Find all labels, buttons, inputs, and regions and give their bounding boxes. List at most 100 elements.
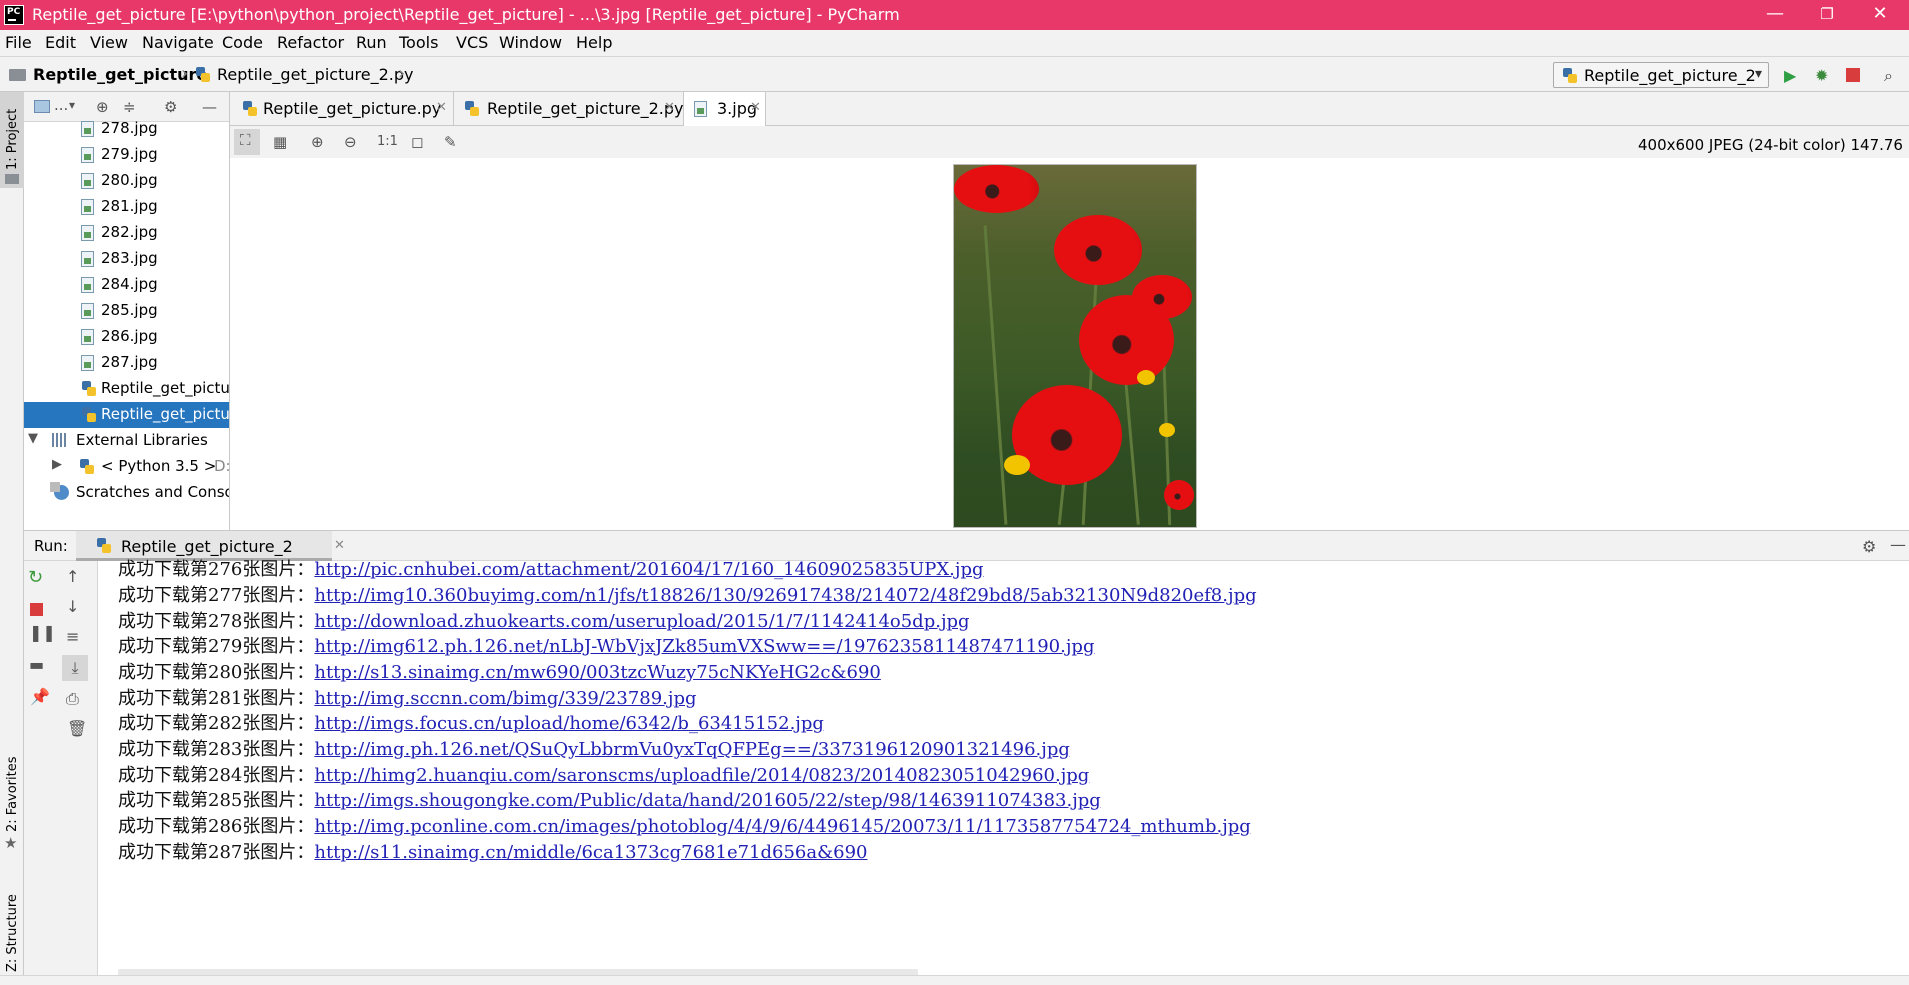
soft-wrap-icon[interactable]: ≡ xyxy=(66,627,79,646)
chevron-down-icon[interactable]: ▼ xyxy=(28,431,38,446)
layout-icon[interactable]: ▬ xyxy=(29,655,44,674)
menu-code[interactable]: Code xyxy=(222,33,263,52)
color-picker-icon[interactable]: ✎ xyxy=(444,133,457,151)
close-tab-icon[interactable]: ✕ xyxy=(436,100,447,115)
console-link[interactable]: http://img10.360buyimg.com/n1/jfs/t18826… xyxy=(314,585,1256,606)
zoom-out-icon[interactable]: ⊖ xyxy=(344,133,357,151)
hide-panel-icon[interactable]: — xyxy=(202,98,217,116)
trash-icon[interactable]: 🗑 xyxy=(67,719,87,738)
menu-run[interactable]: Run xyxy=(356,33,387,52)
tab-3-jpg[interactable]: 3.jpg ✕ xyxy=(684,92,766,126)
hide-panel-icon[interactable]: — xyxy=(1890,535,1906,554)
tree-item-external-libraries[interactable]: ▼ External Libraries xyxy=(24,428,229,454)
console-link[interactable]: http://img612.ph.126.net/nLbJ-WbVjxJZk85… xyxy=(314,636,1094,657)
image-file-icon xyxy=(81,147,94,163)
tree-item-file[interactable]: 284.jpg xyxy=(24,272,229,298)
console-line: 成功下载第285张图片：http://imgs.shougongke.com/P… xyxy=(118,790,1101,811)
zoom-to-fit-button[interactable]: ⛶ xyxy=(234,129,260,155)
gear-icon[interactable]: ⚙ xyxy=(164,98,177,116)
grid-icon[interactable]: ▦ xyxy=(273,133,287,151)
close-tab-icon[interactable]: ✕ xyxy=(664,100,675,115)
background-icon[interactable]: ◻ xyxy=(411,133,423,151)
tree-item-file[interactable]: 287.jpg xyxy=(24,350,229,376)
menu-file[interactable]: File xyxy=(5,33,32,52)
stop-icon[interactable] xyxy=(1846,68,1860,82)
console-link[interactable]: http://s13.sinaimg.cn/mw690/003tzcWuzy75… xyxy=(314,662,881,683)
image-file-icon xyxy=(81,303,94,319)
menu-navigate[interactable]: Navigate xyxy=(142,33,214,52)
menu-window[interactable]: Window xyxy=(499,33,562,52)
tree-item-python-file[interactable]: Reptile_get_pictu xyxy=(24,376,229,402)
console-link[interactable]: http://img.sccnn.com/bimg/339/23789.jpg xyxy=(314,688,696,709)
console-link[interactable]: http://s11.sinaimg.cn/middle/6ca1373cg76… xyxy=(314,842,867,863)
project-panel: ... ▾ ⊕ ≑ ⚙ — 278.jpg 279.jpg 280.jpg 28… xyxy=(24,92,230,530)
tree-item-python-sdk[interactable]: ▶ < Python 3.5 > D: xyxy=(24,454,229,480)
debug-icon[interactable]: ✹ xyxy=(1815,66,1828,85)
console-link[interactable]: http://img.ph.126.net/QSuQyLbbrmVu0yxTqQ… xyxy=(314,739,1070,760)
tab-reptile-get-picture-py[interactable]: Reptile_get_picture.py ✕ xyxy=(232,92,454,126)
tree-item-scratches[interactable]: Scratches and Consol xyxy=(24,480,229,506)
run-icon[interactable]: ▶ xyxy=(1784,66,1796,85)
breadcrumb-separator-icon: › xyxy=(398,63,406,84)
tool-window-project[interactable]: 1: Project xyxy=(0,92,24,188)
run-configuration-select[interactable]: Reptile_get_picture_2 ▾ xyxy=(1553,62,1769,88)
locate-file-icon[interactable]: ⊕ xyxy=(96,98,109,116)
menu-refactor[interactable]: Refactor xyxy=(277,33,344,52)
console-link[interactable]: http://img.pconline.com.cn/images/photob… xyxy=(314,816,1250,837)
actual-size-button[interactable]: 1:1 xyxy=(377,134,398,149)
menu-view[interactable]: View xyxy=(90,33,128,52)
menu-help[interactable]: Help xyxy=(576,33,612,52)
tree-item-file[interactable]: 278.jpg xyxy=(24,116,229,142)
arrow-up-icon[interactable]: ↑ xyxy=(66,567,79,586)
breadcrumb-file[interactable]: Reptile_get_picture_2.py xyxy=(217,65,413,84)
editor-area: Reptile_get_picture.py ✕ Reptile_get_pic… xyxy=(230,92,1909,530)
menu-tools[interactable]: Tools xyxy=(399,33,438,52)
chevron-right-icon[interactable]: ▶ xyxy=(52,457,62,472)
rerun-icon[interactable]: ↻ xyxy=(28,567,43,588)
collapse-all-icon[interactable]: ≑ xyxy=(123,98,136,116)
tree-item-file[interactable]: 280.jpg xyxy=(24,168,229,194)
image-file-icon xyxy=(81,225,94,241)
pin-icon[interactable]: 📌 xyxy=(30,687,50,706)
minimize-button[interactable]: — xyxy=(1746,0,1804,30)
console-link[interactable]: http://download.zhuokearts.com/useruploa… xyxy=(314,611,969,632)
navigation-bar: Reptile_get_picture › Reptile_get_pictur… xyxy=(0,56,1909,92)
console-link[interactable]: http://himg2.huanqiu.com/saronscms/uploa… xyxy=(314,765,1089,786)
restore-button[interactable]: ❐ xyxy=(1798,0,1856,30)
stop-icon[interactable] xyxy=(30,603,43,616)
tree-item-file[interactable]: 283.jpg xyxy=(24,246,229,272)
pause-icon[interactable]: ❚❚ xyxy=(29,623,56,642)
zoom-in-icon[interactable]: ⊕ xyxy=(311,133,324,151)
gear-icon[interactable]: ⚙ xyxy=(1862,537,1876,556)
console-link[interactable]: http://imgs.shougongke.com/Public/data/h… xyxy=(314,790,1100,811)
tree-item-file[interactable]: 286.jpg xyxy=(24,324,229,350)
close-tab-icon[interactable]: ✕ xyxy=(750,100,761,115)
image-file-icon xyxy=(694,101,707,117)
tree-item-file[interactable]: 282.jpg xyxy=(24,220,229,246)
print-icon[interactable]: ⎙ xyxy=(66,689,79,709)
tree-item-file[interactable]: 281.jpg xyxy=(24,194,229,220)
tool-window-structure[interactable]: Z: Structure xyxy=(0,862,24,985)
tool-window-favorites[interactable]: 2: Favorites ★ xyxy=(0,742,24,882)
folder-icon xyxy=(9,69,26,81)
console-line: 成功下载第276张图片：http://pic.cnhubei.com/attac… xyxy=(118,559,984,580)
search-icon[interactable]: ⌕ xyxy=(1884,66,1893,86)
console-line: 成功下载第287张图片：http://s11.sinaimg.cn/middle… xyxy=(118,842,868,863)
close-tab-icon[interactable]: ✕ xyxy=(334,538,345,553)
console-link[interactable]: http://imgs.focus.cn/upload/home/6342/b_… xyxy=(314,713,824,734)
tree-item-python-file-selected[interactable]: Reptile_get_pictu xyxy=(24,402,229,428)
menu-edit[interactable]: Edit xyxy=(45,33,76,52)
arrow-down-icon[interactable]: ↓ xyxy=(66,597,79,616)
tree-item-file[interactable]: 285.jpg xyxy=(24,298,229,324)
scroll-to-end-icon[interactable]: ⤓ xyxy=(62,655,88,681)
tab-reptile-get-picture-2-py[interactable]: Reptile_get_picture_2.py ✕ xyxy=(454,92,684,126)
menu-vcs[interactable]: VCS xyxy=(456,33,488,52)
tree-item-file[interactable]: 279.jpg xyxy=(24,142,229,168)
chevron-down-icon: ▾ xyxy=(1754,66,1762,82)
folder-icon xyxy=(5,174,19,184)
close-button[interactable]: ✕ xyxy=(1851,0,1909,30)
poppy-photo-image xyxy=(953,164,1197,528)
console-link[interactable]: http://pic.cnhubei.com/attachment/201604… xyxy=(314,559,983,580)
run-configuration-label: Reptile_get_picture_2 xyxy=(1584,66,1756,85)
project-view-dropdown[interactable]: ... xyxy=(54,96,68,114)
